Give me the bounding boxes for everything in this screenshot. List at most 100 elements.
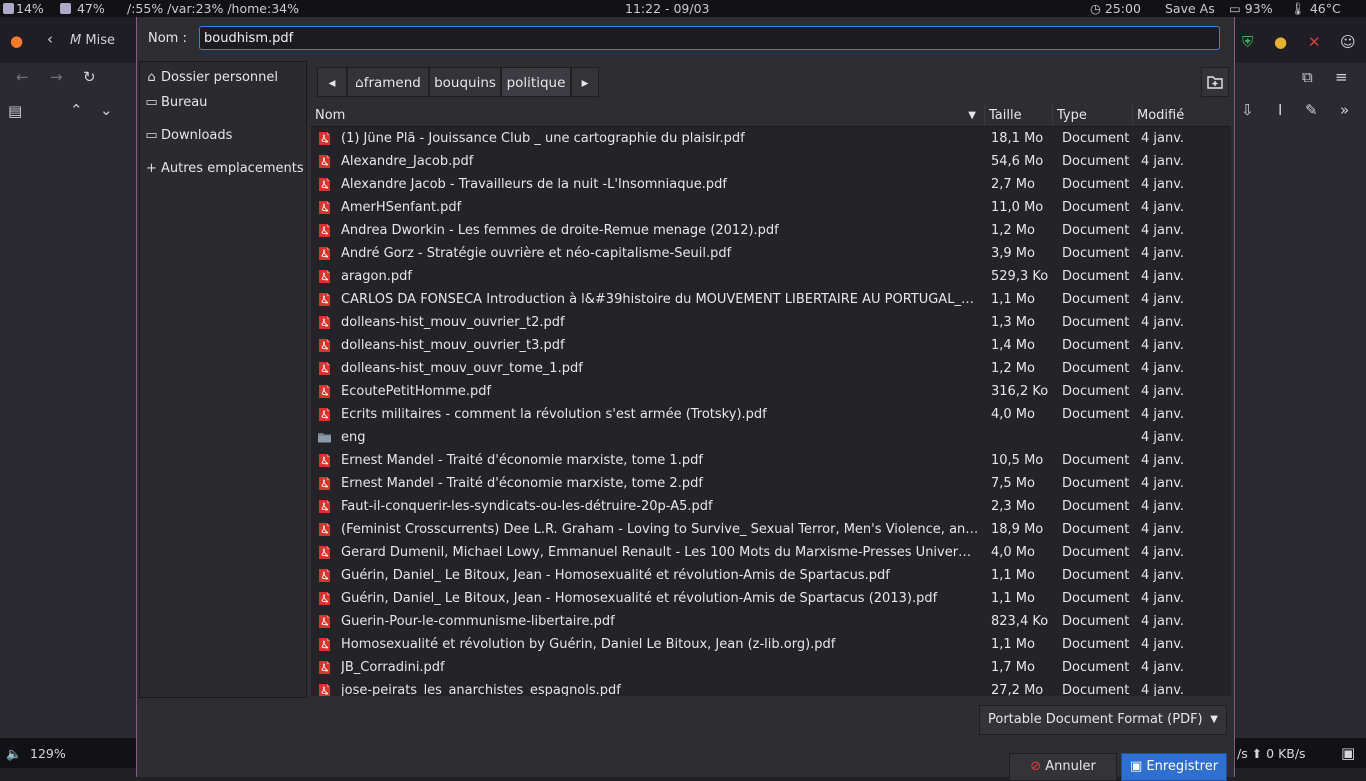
file-size: 823,4 Ko: [991, 614, 1049, 629]
pdf-icon: [319, 224, 330, 237]
pdf-icon: [319, 178, 330, 191]
file-row[interactable]: dolleans-hist_mouv_ouvrier_t3.pdf 1,4 Mo D…: [311, 334, 1231, 357]
file-name: Guerin-Pour-le-communisme-libertaire.pdf: [341, 614, 615, 629]
find-previous-icon[interactable]: ⌃: [70, 101, 83, 119]
new-folder-button[interactable]: [1201, 67, 1229, 97]
pencil-icon[interactable]: ✎: [1305, 101, 1318, 119]
column-size[interactable]: Taille: [985, 105, 1053, 126]
tab-scroll-left-icon[interactable]: ‹: [47, 30, 53, 48]
file-row[interactable]: Guérin, Daniel_ Le Bitoux, Jean - Homose…: [311, 564, 1231, 587]
file-modified: 4 janv.: [1141, 453, 1185, 468]
path-segment-framend[interactable]: ⌂framend: [347, 67, 429, 97]
file-size: 4,0 Mo: [991, 545, 1035, 560]
file-row[interactable]: Guérin, Daniel_ Le Bitoux, Jean - Homose…: [311, 587, 1231, 610]
pdf-icon: [319, 523, 330, 536]
tray-icon[interactable]: ▣: [1341, 744, 1355, 762]
file-row[interactable]: eng 4 janv.: [311, 426, 1231, 449]
column-type[interactable]: Type: [1053, 105, 1133, 126]
pdf-icon: [319, 293, 330, 306]
file-modified: 4 janv.: [1141, 361, 1185, 376]
place-other-locations[interactable]: + Autres emplacements: [144, 158, 304, 180]
browser-tab[interactable]: M Mise: [70, 33, 115, 48]
file-row[interactable]: JB_Corradini.pdf 1,7 Mo Document 4 janv.: [311, 656, 1231, 679]
file-size: 54,6 Mo: [991, 154, 1044, 169]
file-row[interactable]: Alexandre_Jacob.pdf 54,6 Mo Document 4 janv…: [311, 150, 1231, 173]
save-icon: ▣: [1129, 759, 1143, 774]
file-row[interactable]: Gerard Dumenil, Michael Lowy, Emmanuel R…: [311, 541, 1231, 564]
pdf-icon: [319, 362, 330, 375]
cancel-button[interactable]: ⊘ Annuler: [1009, 753, 1117, 781]
file-row[interactable]: jose-peirats_les_anarchistes_espagnols.p…: [311, 679, 1231, 696]
file-row[interactable]: Ernest Mandel - Traité d'économie marxis…: [311, 449, 1231, 472]
path-segment-label: politique: [506, 75, 566, 91]
file-row[interactable]: Guerin-Pour-le-communisme-libertaire.pdf…: [311, 610, 1231, 633]
home-icon: ⌂: [355, 75, 364, 91]
pdf-icon: [319, 155, 330, 168]
profile-icon[interactable]: ☺: [1340, 33, 1356, 51]
thermometer-icon: 🌡: [1290, 1, 1306, 16]
save-as-dialog: Nom : ⌂Dossier personnel ▭Bureau ▭Downlo…: [136, 17, 1235, 781]
volume-icon[interactable]: 🔈: [6, 746, 22, 762]
more-tools-icon[interactable]: »: [1340, 101, 1349, 119]
file-name: (1) Jüne Plã - Jouissance Club _ une car…: [341, 131, 745, 146]
text-cursor-icon[interactable]: I: [1278, 101, 1282, 119]
file-row[interactable]: (1) Jüne Plã - Jouissance Club _ une car…: [311, 127, 1231, 150]
filename-input[interactable]: [199, 26, 1220, 50]
save-button[interactable]: ▣ Enregistrer: [1121, 753, 1227, 781]
file-row[interactable]: dolleans-hist_mouv_ouvr_tome_1.pdf 1,2 Mo…: [311, 357, 1231, 380]
extension-icon[interactable]: ●: [1274, 33, 1287, 51]
pdf-icon: [319, 385, 330, 398]
file-modified: 4 janv.: [1141, 568, 1185, 583]
file-row[interactable]: AmerHSenfant.pdf 11,0 Mo Document 4 janv.: [311, 196, 1231, 219]
file-type: Document: [1062, 246, 1130, 261]
path-segment-bouquins[interactable]: bouquins: [429, 67, 501, 97]
file-modified: 4 janv.: [1141, 430, 1185, 445]
file-row[interactable]: CARLOS DA FONSECA Introduction à l&#39hi…: [311, 288, 1231, 311]
file-row[interactable]: aragon.pdf 529,3 Ko Document 4 janv.: [311, 265, 1231, 288]
place-downloads[interactable]: ▭ Downloads: [144, 125, 232, 147]
file-modified: 4 janv.: [1141, 269, 1185, 284]
file-row[interactable]: André Gorz - Stratégie ouvrière et néo-c…: [311, 242, 1231, 265]
memory-indicator: 47%: [60, 0, 105, 17]
column-label: Modifié: [1137, 108, 1185, 123]
file-modified: 4 janv.: [1141, 614, 1185, 629]
sidebar-icon[interactable]: ▤: [8, 102, 22, 120]
file-name: Andrea Dworkin - Les femmes de droite-Re…: [341, 223, 779, 238]
place-home[interactable]: ⌂ Dossier personnel: [144, 67, 278, 89]
tab-title: Mise: [85, 33, 115, 48]
reload-icon[interactable]: ↻: [83, 68, 96, 86]
close-extension-icon[interactable]: ✕: [1308, 33, 1321, 51]
forward-icon[interactable]: →: [50, 68, 63, 86]
battery-icon: ▭: [1229, 1, 1241, 16]
menu-icon[interactable]: ≡: [1335, 68, 1348, 86]
file-size: 529,3 Ko: [991, 269, 1049, 284]
system-status-bar: 14% 47% /:55% /var:23% /home:34% 11:22 -…: [0, 0, 1366, 17]
file-row[interactable]: EcoutePetitHomme.pdf 316,2 Ko Document 4 ja…: [311, 380, 1231, 403]
file-row[interactable]: Faut-il-conquerir-les-syndicats-ou-les-d…: [311, 495, 1231, 518]
file-row[interactable]: Andrea Dworkin - Les femmes de droite-Re…: [311, 219, 1231, 242]
file-row[interactable]: Ecrits militaires - comment la révolutio…: [311, 403, 1231, 426]
column-name[interactable]: Nom ▼: [311, 105, 985, 126]
shield-icon[interactable]: ⛨: [1242, 33, 1253, 51]
file-type: Document: [1062, 384, 1130, 399]
path-scroll-right-button[interactable]: ▸: [571, 67, 599, 97]
file-type-filter[interactable]: Portable Document Format (PDF) ▼: [979, 705, 1227, 735]
path-scroll-left-button[interactable]: ◂: [317, 67, 347, 97]
path-segment-politique[interactable]: politique: [501, 67, 571, 97]
temperature-indicator: 🌡 46°C: [1290, 1, 1341, 16]
file-row[interactable]: Alexandre Jacob - Travailleurs de la nui…: [311, 173, 1231, 196]
download-icon[interactable]: ⇩: [1241, 101, 1254, 119]
file-row[interactable]: Ernest Mandel - Traité d'économie marxis…: [311, 472, 1231, 495]
file-row[interactable]: Homosexualité et révolution by Guérin, D…: [311, 633, 1231, 656]
column-modified[interactable]: Modifié: [1133, 105, 1231, 126]
back-icon[interactable]: ←: [16, 68, 29, 86]
extensions-icon[interactable]: ⧉: [1302, 68, 1313, 86]
file-row[interactable]: dolleans-hist_mouv_ouvrier_t2.pdf 1,3 Mo D…: [311, 311, 1231, 334]
place-label: Downloads: [161, 128, 233, 143]
firefox-icon[interactable]: ●: [10, 32, 23, 50]
file-row[interactable]: (Feminist Crosscurrents) Dee L.R. Graham…: [311, 518, 1231, 541]
find-next-icon[interactable]: ⌄: [100, 101, 113, 119]
file-type: Document: [1062, 200, 1130, 215]
home-icon: ⌂: [147, 70, 156, 85]
place-desktop[interactable]: ▭ Bureau: [144, 92, 207, 114]
